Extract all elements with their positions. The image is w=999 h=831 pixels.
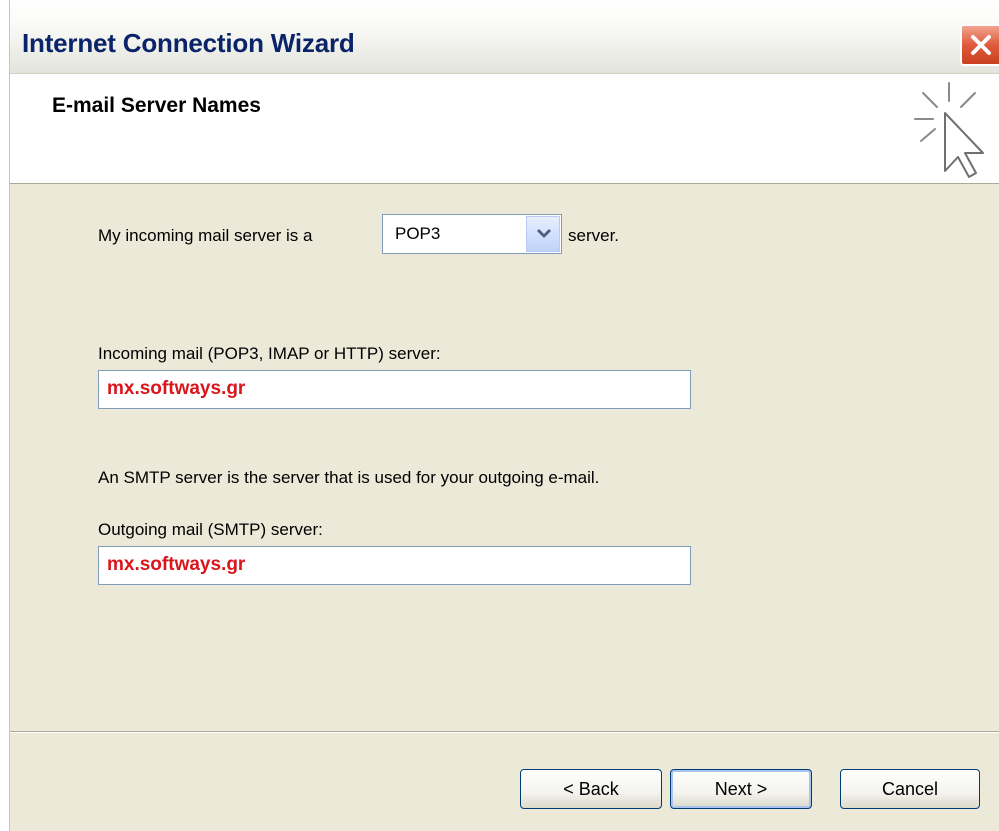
server-type-value: POP3	[395, 224, 441, 243]
title-bar[interactable]: Internet Connection Wizard	[10, 0, 999, 74]
wizard-window: Internet Connection Wizard E-mail Server…	[9, 0, 999, 831]
header-panel: E-mail Server Names	[10, 74, 999, 184]
incoming-server-label: Incoming mail (POP3, IMAP or HTTP) serve…	[98, 344, 441, 363]
close-button[interactable]	[960, 24, 999, 66]
incoming-server-field[interactable]: mx.softways.gr	[98, 370, 691, 409]
back-button[interactable]: < Back	[520, 769, 662, 809]
window-title: Internet Connection Wizard	[22, 28, 355, 58]
next-button[interactable]: Next >	[670, 769, 812, 809]
outgoing-server-field[interactable]: mx.softways.gr	[98, 546, 691, 585]
incoming-type-suffix-label: server.	[568, 226, 620, 245]
outgoing-server-label: Outgoing mail (SMTP) server:	[98, 520, 323, 539]
wizard-body: My incoming mail server is a POP3 server…	[10, 184, 999, 731]
incoming-type-prefix-label: My incoming mail server is a	[98, 226, 313, 245]
smtp-note: An SMTP server is the server that is use…	[98, 468, 600, 487]
incoming-server-value: mx.softways.gr	[107, 378, 246, 399]
button-bar: < Back Next > Cancel	[10, 733, 999, 831]
wizard-cursor-icon	[905, 79, 995, 184]
page-title: E-mail Server Names	[52, 94, 261, 117]
outgoing-server-value: mx.softways.gr	[107, 554, 246, 575]
cancel-button[interactable]: Cancel	[840, 769, 980, 809]
server-type-dropdown-button[interactable]	[526, 216, 560, 252]
server-type-select[interactable]: POP3	[382, 214, 562, 254]
